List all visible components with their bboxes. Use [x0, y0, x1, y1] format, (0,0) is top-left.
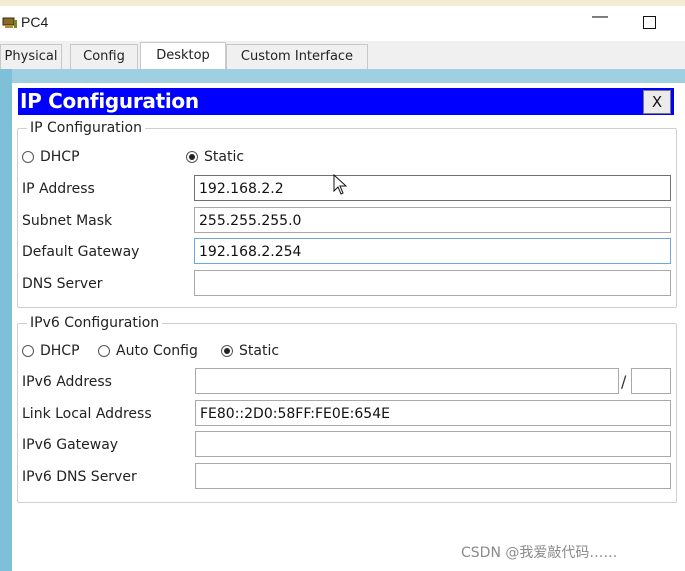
ipv6-address-label: IPv6 Address — [22, 374, 112, 390]
ipv6-dhcp-radio[interactable]: DHCP — [22, 343, 80, 359]
radio-unchecked-icon — [22, 345, 34, 357]
ipv4-legend: IP Configuration — [27, 120, 145, 136]
minimize-button[interactable]: — — [592, 8, 608, 26]
title-bar: PC4 — — [0, 6, 685, 40]
pc-icon — [2, 17, 17, 28]
ipv6-dns-label: IPv6 DNS Server — [22, 469, 137, 485]
ipv6-dhcp-label: DHCP — [40, 343, 80, 359]
ipv4-static-radio[interactable]: Static — [186, 149, 244, 165]
link-local-input[interactable]: FE80::2D0:58FF:FE0E:654E — [195, 400, 671, 426]
ip-address-input[interactable]: 192.168.2.2 — [194, 175, 671, 201]
mouse-pointer-icon — [333, 174, 347, 195]
ipv6-static-radio[interactable]: Static — [221, 343, 279, 359]
subnet-mask-label: Subnet Mask — [22, 213, 113, 229]
window-title: PC4 — [21, 14, 49, 30]
dialog-title: IP Configuration — [20, 89, 199, 113]
dialog-header: IP Configuration X — [18, 88, 674, 115]
desktop-top-border — [12, 69, 685, 83]
radio-checked-icon — [186, 151, 198, 163]
tab-desktop[interactable]: Desktop — [140, 42, 226, 70]
link-local-label: Link Local Address — [22, 406, 152, 422]
default-gateway-input[interactable]: 192.168.2.254 — [194, 238, 671, 264]
ipv6-gateway-label: IPv6 Gateway — [22, 437, 119, 453]
ipv6-static-label: Static — [239, 343, 280, 359]
ipv6-prefix-input[interactable] — [631, 368, 671, 394]
radio-unchecked-icon — [22, 151, 34, 163]
dns-server-input[interactable] — [194, 270, 671, 296]
tab-custom-interface[interactable]: Custom Interface — [226, 44, 368, 69]
ipv4-static-label: Static — [204, 149, 245, 165]
ipv6-address-input[interactable] — [195, 368, 619, 394]
ipv4-dhcp-label: DHCP — [40, 149, 80, 165]
tab-physical[interactable]: Physical — [0, 44, 62, 69]
ipv6-legend: IPv6 Configuration — [27, 315, 163, 331]
ipv6-dns-input[interactable] — [195, 463, 671, 489]
tab-bar: Physical Config Desktop Custom Interface — [0, 41, 685, 70]
radio-checked-icon — [221, 345, 233, 357]
radio-unchecked-icon — [98, 345, 110, 357]
ipv6-gateway-input[interactable] — [195, 431, 671, 457]
desktop-left-border — [0, 69, 12, 571]
ipv6-auto-config-label: Auto Config — [116, 343, 198, 359]
subnet-mask-input[interactable]: 255.255.255.0 — [194, 207, 671, 233]
watermark-text: CSDN @我爱敲代码…… — [461, 545, 618, 561]
ip-address-label: IP Address — [22, 181, 95, 197]
prefix-separator: / — [621, 372, 627, 391]
ipv4-dhcp-radio[interactable]: DHCP — [22, 149, 80, 165]
ipv6-auto-config-radio[interactable]: Auto Config — [98, 343, 198, 359]
default-gateway-label: Default Gateway — [22, 244, 140, 260]
maximize-button[interactable] — [643, 16, 656, 29]
tab-config[interactable]: Config — [70, 44, 138, 69]
close-button[interactable]: X — [643, 90, 671, 114]
dns-server-label: DNS Server — [22, 276, 103, 292]
